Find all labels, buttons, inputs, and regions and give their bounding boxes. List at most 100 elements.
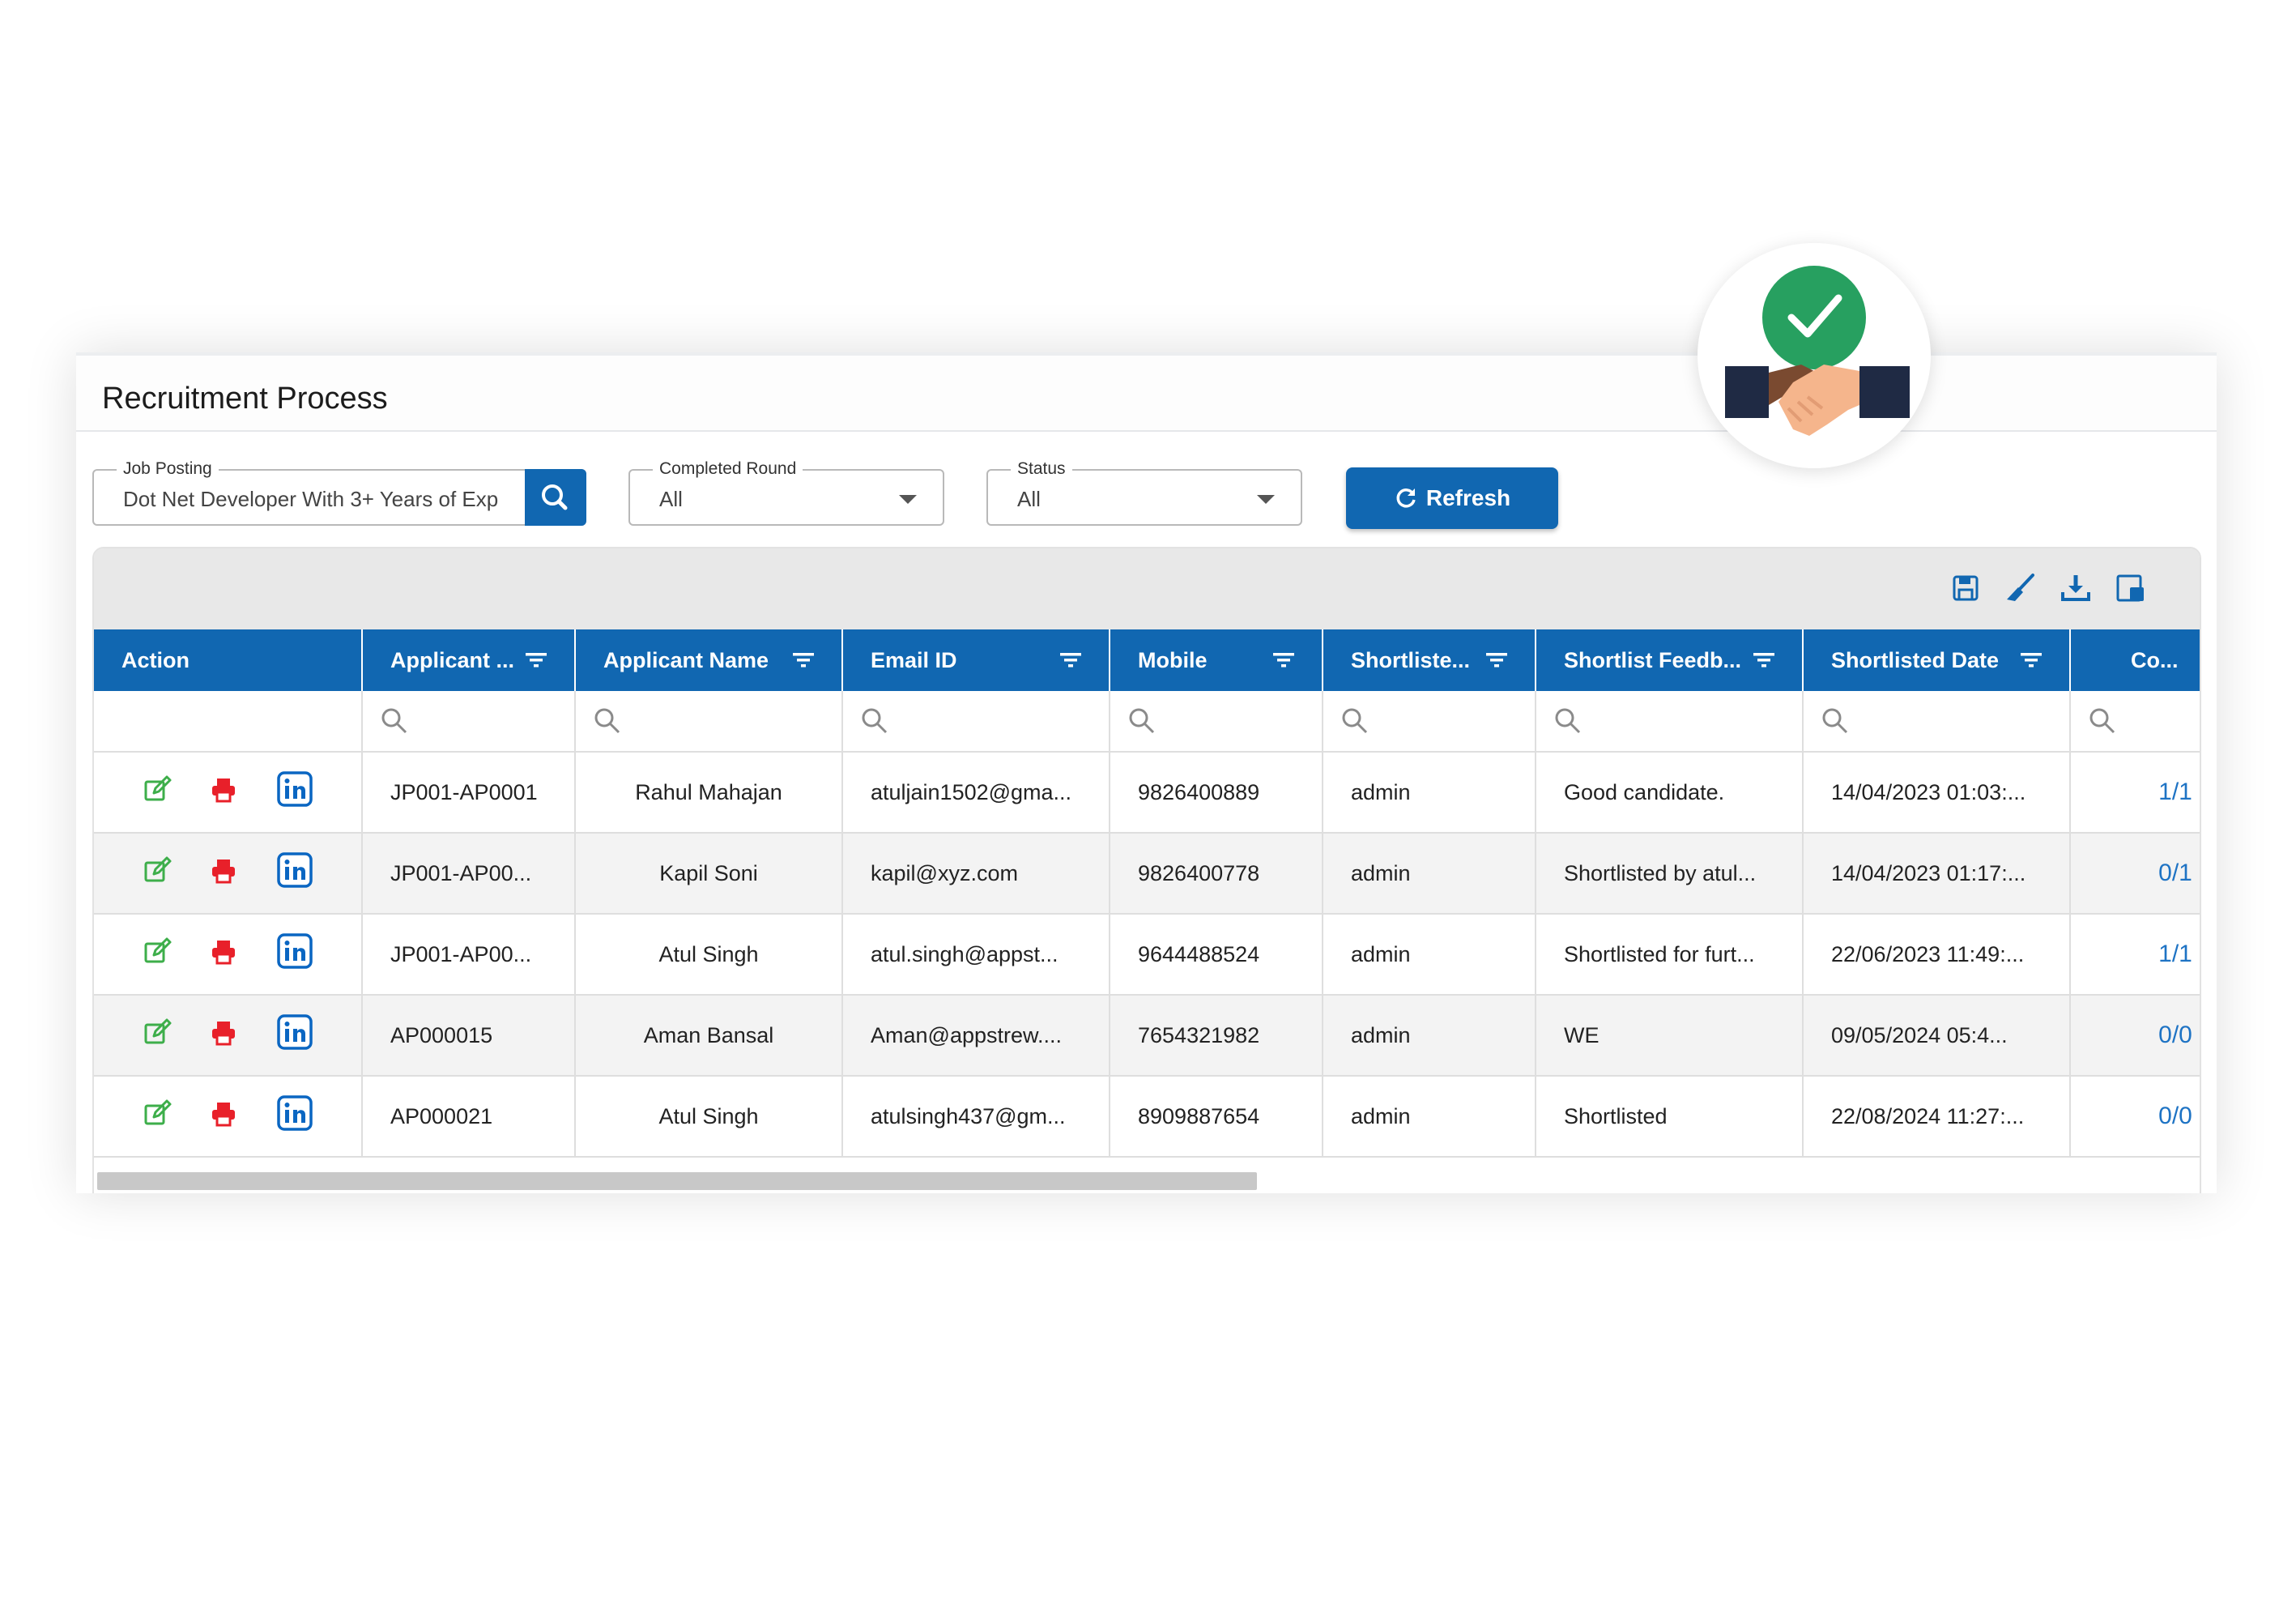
mobile-cell: 9826400778 bbox=[1110, 834, 1323, 913]
completed-rounds-link[interactable]: 1/1 bbox=[2071, 915, 2200, 994]
status-select[interactable]: Status All bbox=[986, 459, 1302, 526]
edit-icon[interactable] bbox=[141, 855, 173, 887]
print-icon[interactable] bbox=[207, 774, 240, 806]
shortlisted-by-cell: admin bbox=[1323, 996, 1536, 1075]
filter-icon[interactable] bbox=[793, 652, 814, 668]
completed-rounds-link[interactable]: 0/1 bbox=[2071, 834, 2200, 913]
filter-cell[interactable] bbox=[843, 691, 1110, 751]
save-icon[interactable] bbox=[1949, 571, 1983, 605]
filter-cell[interactable] bbox=[1536, 691, 1804, 751]
column-header-action: Action bbox=[94, 629, 363, 691]
table-row[interactable]: JP001-AP00... Kapil Soni kapil@xyz.com 9826… bbox=[94, 834, 2200, 915]
completed-rounds-link[interactable]: 0/0 bbox=[2071, 996, 2200, 1075]
completed-round-value: All bbox=[659, 487, 683, 511]
print-icon[interactable] bbox=[207, 1017, 240, 1049]
edit-icon[interactable] bbox=[141, 1098, 173, 1130]
handshake-badge bbox=[1698, 243, 1931, 468]
linkedin-icon[interactable] bbox=[276, 770, 313, 808]
shortlisted-date-cell: 14/04/2023 01:17:... bbox=[1804, 834, 2071, 913]
column-header-feedback[interactable]: Shortlist Feedb... bbox=[1536, 629, 1804, 691]
filter-icon[interactable] bbox=[2021, 652, 2042, 668]
column-title: Email ID bbox=[871, 647, 957, 672]
job-search-button[interactable] bbox=[525, 469, 586, 526]
table-row[interactable]: AP000021 Atul Singh atulsingh437@gm... 8909… bbox=[94, 1077, 2200, 1158]
search-icon bbox=[1822, 708, 1848, 734]
table-row[interactable]: JP001-AP00... Atul Singh atul.singh@appst.… bbox=[94, 915, 2200, 996]
mobile-cell: 9644488524 bbox=[1110, 915, 1323, 994]
column-chooser-icon[interactable] bbox=[2114, 571, 2148, 605]
action-cell bbox=[94, 996, 363, 1075]
feedback-cell: Shortlisted by atul... bbox=[1536, 834, 1804, 913]
column-header-applicant-id[interactable]: Applicant ... bbox=[363, 629, 576, 691]
edit-icon[interactable] bbox=[141, 1017, 173, 1049]
search-icon bbox=[1129, 708, 1155, 734]
email-cell: atul.singh@appst... bbox=[843, 915, 1110, 994]
refresh-label: Refresh bbox=[1425, 485, 1511, 510]
filter-cell[interactable] bbox=[576, 691, 843, 751]
job-posting-value[interactable]: Dot Net Developer With 3+ Years of Exp bbox=[123, 487, 512, 512]
linkedin-icon[interactable] bbox=[276, 851, 313, 889]
applicants-grid: Action Applicant ... Applicant Name Emai… bbox=[92, 547, 2201, 1193]
refresh-button[interactable]: Refresh bbox=[1346, 467, 1558, 529]
applicant-name-cell: Atul Singh bbox=[576, 915, 843, 994]
shortlisted-date-cell: 22/06/2023 11:49:... bbox=[1804, 915, 2071, 994]
mobile-cell: 8909887654 bbox=[1110, 1077, 1323, 1156]
linkedin-icon[interactable] bbox=[276, 1013, 313, 1051]
completed-rounds-link[interactable]: 1/1 bbox=[2071, 753, 2200, 832]
job-posting-field[interactable]: Job Posting Dot Net Developer With 3+ Ye… bbox=[92, 459, 586, 526]
applicant-id-cell: AP000021 bbox=[363, 1077, 576, 1156]
completed-round-select[interactable]: Completed Round All bbox=[628, 459, 944, 526]
shortlisted-by-cell: admin bbox=[1323, 915, 1536, 994]
print-icon[interactable] bbox=[207, 1098, 240, 1130]
filter-icon[interactable] bbox=[1753, 652, 1774, 668]
linkedin-icon[interactable] bbox=[276, 1094, 313, 1132]
completed-rounds-link[interactable]: 0/0 bbox=[2071, 1077, 2200, 1156]
action-cell bbox=[94, 915, 363, 994]
filter-cell[interactable] bbox=[2071, 691, 2200, 751]
applicant-id-cell: JP001-AP00... bbox=[363, 834, 576, 913]
search-icon bbox=[1555, 708, 1581, 734]
download-icon[interactable] bbox=[2059, 571, 2093, 605]
filter-icon[interactable] bbox=[526, 652, 547, 668]
clear-brush-icon[interactable] bbox=[2004, 571, 2038, 605]
column-title: Shortlisted Date bbox=[1831, 647, 2000, 672]
column-header-applicant-name[interactable]: Applicant Name bbox=[576, 629, 843, 691]
filter-cell[interactable] bbox=[363, 691, 576, 751]
edit-icon[interactable] bbox=[141, 774, 173, 806]
handshake-check-icon bbox=[1725, 266, 1910, 436]
feedback-cell: Good candidate. bbox=[1536, 753, 1804, 832]
recruitment-panel: Recruitment Process Job Posting Dot Net … bbox=[76, 352, 2217, 1193]
search-icon bbox=[2089, 708, 2115, 734]
column-header-shortlisted-date[interactable]: Shortlisted Date bbox=[1804, 629, 2071, 691]
linkedin-icon[interactable] bbox=[276, 932, 313, 970]
filter-icon[interactable] bbox=[1060, 652, 1081, 668]
applicant-id-cell: JP001-AP00... bbox=[363, 915, 576, 994]
filter-icon[interactable] bbox=[1273, 652, 1294, 668]
column-header-completed-rounds[interactable]: Co... bbox=[2071, 629, 2200, 691]
column-title: Shortlist Feedb... bbox=[1564, 647, 1742, 672]
chevron-down-icon bbox=[899, 495, 917, 504]
filter-cell[interactable] bbox=[1110, 691, 1323, 751]
applicant-name-cell: Rahul Mahajan bbox=[576, 753, 843, 832]
edit-icon[interactable] bbox=[141, 936, 173, 968]
filter-cell[interactable] bbox=[1323, 691, 1536, 751]
column-header-email[interactable]: Email ID bbox=[843, 629, 1110, 691]
search-icon bbox=[1342, 708, 1368, 734]
horizontal-scrollbar[interactable] bbox=[97, 1172, 1257, 1190]
mobile-cell: 7654321982 bbox=[1110, 996, 1323, 1075]
shortlisted-date-cell: 22/08/2024 11:27:... bbox=[1804, 1077, 2071, 1156]
filter-icon[interactable] bbox=[1486, 652, 1507, 668]
column-header-shortlisted-by[interactable]: Shortliste... bbox=[1323, 629, 1536, 691]
grid-filter-row bbox=[94, 691, 2200, 753]
table-row[interactable]: AP000015 Aman Bansal Aman@appstrew.... 7654… bbox=[94, 996, 2200, 1077]
applicant-name-cell: Aman Bansal bbox=[576, 996, 843, 1075]
applicant-id-cell: AP000015 bbox=[363, 996, 576, 1075]
email-cell: atuljain1502@gma... bbox=[843, 753, 1110, 832]
table-row[interactable]: JP001-AP0001 Rahul Mahajan atuljain1502@gm… bbox=[94, 753, 2200, 834]
column-header-mobile[interactable]: Mobile bbox=[1110, 629, 1323, 691]
column-title: Mobile bbox=[1138, 647, 1208, 672]
column-title: Applicant Name bbox=[603, 647, 769, 672]
filter-cell[interactable] bbox=[1804, 691, 2071, 751]
print-icon[interactable] bbox=[207, 936, 240, 968]
print-icon[interactable] bbox=[207, 855, 240, 887]
